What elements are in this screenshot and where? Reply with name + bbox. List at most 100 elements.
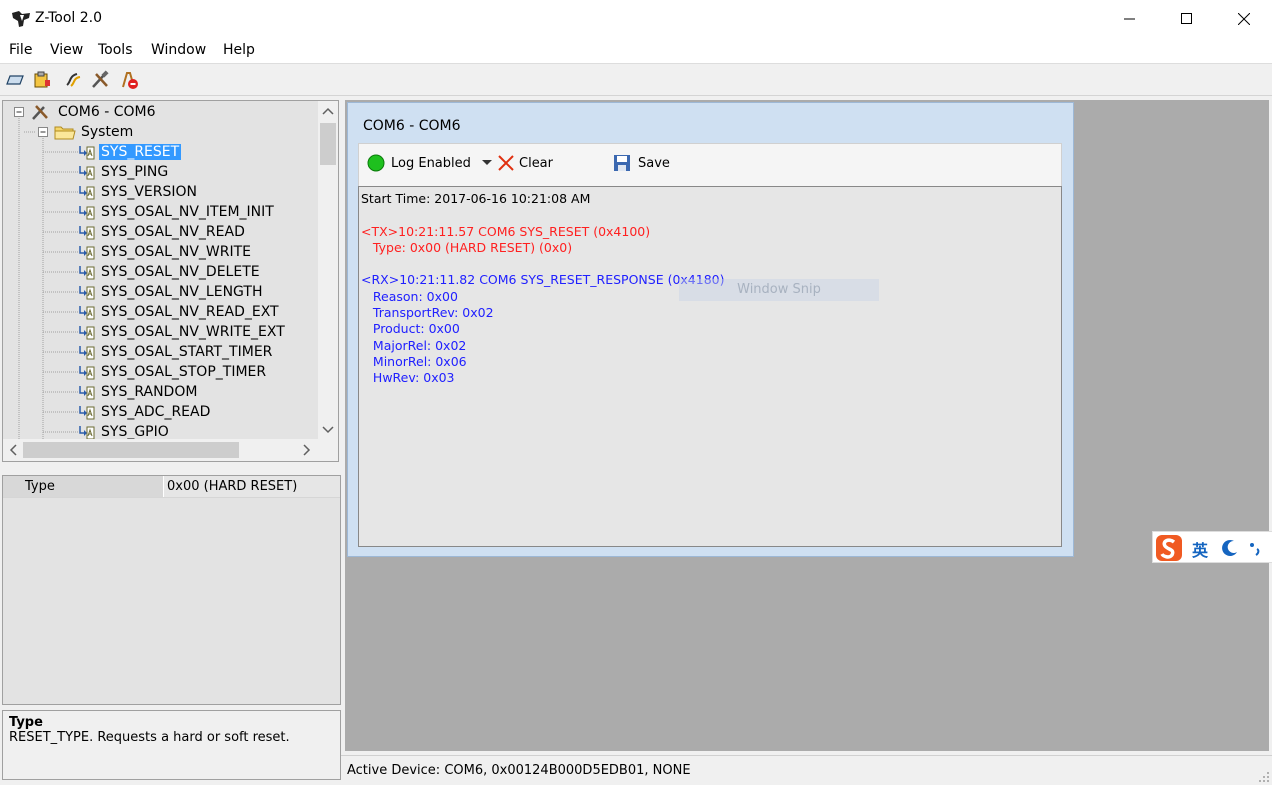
help-text: RESET_TYPE. Requests a hard or soft rese… xyxy=(9,730,290,745)
log-text-area[interactable]: Start Time: 2017-06-16 10:21:08 AM <TX>1… xyxy=(358,186,1062,547)
ime-toolbar[interactable]: 英 xyxy=(1152,531,1272,563)
log-window-title: COM6 - COM6 xyxy=(363,118,461,134)
scroll-up-icon[interactable] xyxy=(322,107,334,115)
tools-icon xyxy=(32,105,48,120)
properties-grid: Type 0x00 (HARD RESET) xyxy=(2,475,341,705)
tree-command-item[interactable]: SYS_OSAL_NV_READ xyxy=(79,222,247,242)
tree-command-label: SYS_RANDOM xyxy=(101,384,198,400)
log-enabled-label: Log Enabled xyxy=(391,155,471,171)
tree-command-label: SYS_OSAL_NV_WRITE_EXT xyxy=(101,324,285,340)
ime-lang-label: 英 xyxy=(1192,541,1209,560)
tree-vertical-thumb[interactable] xyxy=(320,123,336,165)
command-icon xyxy=(79,186,95,200)
tree-root-com6[interactable]: COM6 - COM6 xyxy=(30,102,158,122)
tree-horizontal-thumb[interactable] xyxy=(23,442,239,458)
log-rx-field: MajorRel: 0x02 xyxy=(361,337,467,353)
title-bar: Z-Tool 2.0 xyxy=(0,0,1272,38)
close-button[interactable] xyxy=(1215,0,1272,38)
scroll-left-icon[interactable] xyxy=(9,444,17,456)
tree-command-item[interactable]: SYS_PING xyxy=(79,162,170,182)
status-text: Active Device: COM6, 0x00124B000D5EDB01,… xyxy=(347,763,691,778)
tree-command-label: SYS_OSAL_NV_READ_EXT xyxy=(101,304,279,320)
status-bar: Active Device: COM6, 0x00124B000D5EDB01,… xyxy=(341,755,1272,785)
tree-horizontal-scrollbar[interactable] xyxy=(3,439,338,461)
tree-command-item[interactable]: SYS_OSAL_NV_DELETE xyxy=(79,262,262,282)
tree-command-label: SYS_VERSION xyxy=(101,184,197,200)
property-row[interactable]: Type 0x00 (HARD RESET) xyxy=(3,476,340,498)
stop-icon[interactable] xyxy=(119,70,139,90)
close-icon xyxy=(1237,13,1250,25)
tree-command-item[interactable]: SYS_OSAL_NV_LENGTH xyxy=(79,282,264,302)
log-window: COM6 - COM6 Log Enabled Clear Save Start… xyxy=(347,102,1074,557)
tools-icon[interactable] xyxy=(90,70,110,90)
command-icon xyxy=(79,346,95,360)
window-snip-overlay: Window Snip xyxy=(679,279,879,301)
menu-window[interactable]: Window xyxy=(151,42,206,58)
menu-tools[interactable]: Tools xyxy=(98,42,133,58)
folder-icon xyxy=(54,126,76,140)
save-icon xyxy=(614,155,630,171)
tree-command-item[interactable]: SYS_OSAL_NV_WRITE_EXT xyxy=(79,322,287,342)
scroll-down-icon[interactable] xyxy=(322,426,334,434)
menu-view[interactable]: View xyxy=(50,42,83,58)
tree-command-label: SYS_RESET xyxy=(99,144,182,160)
log-rx-field: Product: 0x00 xyxy=(361,321,460,337)
scroll-right-icon[interactable] xyxy=(303,444,311,456)
tree-command-label: SYS_OSAL_STOP_TIMER xyxy=(101,364,267,380)
save-button[interactable]: Save xyxy=(613,154,670,172)
command-icon xyxy=(79,166,95,180)
tree-command-item[interactable]: SYS_RANDOM xyxy=(79,382,199,402)
maximize-icon xyxy=(1180,13,1192,24)
tree-command-item[interactable]: SYS_OSAL_STOP_TIMER xyxy=(79,362,268,382)
tree-command-item[interactable]: SYS_OSAL_NV_WRITE xyxy=(79,242,253,262)
property-name: Type xyxy=(3,476,163,497)
green-status-icon xyxy=(367,154,385,172)
tree-command-item[interactable]: SYS_RESET xyxy=(79,142,182,162)
menu-file[interactable]: File xyxy=(9,42,32,58)
tree-command-item[interactable]: SYS_ADC_READ xyxy=(79,402,212,422)
log-tx-line: <TX>10:21:11.57 COM6 SYS_RESET (0x4100) xyxy=(361,223,651,239)
tree-command-label: SYS_OSAL_START_TIMER xyxy=(101,344,273,360)
clear-icon xyxy=(498,155,514,171)
command-icon xyxy=(79,146,95,160)
command-tree: COM6 - COM6 System SYS_RESET SYS_PING SYS_… xyxy=(2,100,339,462)
minimize-icon xyxy=(1123,18,1135,20)
tree-command-item[interactable]: SYS_OSAL_NV_ITEM_INIT xyxy=(79,202,276,222)
property-help: Type RESET_TYPE. Requests a hard or soft… xyxy=(2,710,341,780)
clear-label: Clear xyxy=(519,155,553,171)
log-start-time: Start Time: 2017-06-16 10:21:08 AM xyxy=(361,191,591,206)
menu-help[interactable]: Help xyxy=(223,42,255,58)
tree-command-item[interactable]: SYS_OSAL_START_TIMER xyxy=(79,342,274,362)
command-icon xyxy=(79,406,95,420)
tree-group-label: System xyxy=(81,124,134,140)
tree-command-label: SYS_ADC_READ xyxy=(101,404,211,420)
app-logo-icon xyxy=(12,11,30,27)
minimize-button[interactable] xyxy=(1101,0,1158,38)
tree-command-label: SYS_GPIO xyxy=(101,424,169,440)
script-icon[interactable] xyxy=(63,70,83,90)
tree-command-item[interactable]: SYS_OSAL_NV_READ_EXT xyxy=(79,302,281,322)
command-icon xyxy=(79,386,95,400)
clear-button[interactable]: Clear xyxy=(497,154,553,172)
command-icon xyxy=(79,266,95,280)
tree-root-label: COM6 - COM6 xyxy=(58,104,156,120)
main-toolbar xyxy=(0,64,1272,96)
tree-command-item[interactable]: SYS_VERSION xyxy=(79,182,199,202)
resize-grip-icon[interactable] xyxy=(1258,771,1270,783)
log-enabled-button[interactable]: Log Enabled xyxy=(367,154,493,172)
help-title: Type xyxy=(9,715,43,730)
moon-icon xyxy=(1222,539,1237,556)
property-value[interactable]: 0x00 (HARD RESET) xyxy=(164,476,340,497)
log-rx-field: TransportRev: 0x02 xyxy=(361,305,494,321)
command-icon xyxy=(79,246,95,260)
tree-vertical-scrollbar[interactable] xyxy=(318,101,338,439)
log-tx-type: Type: 0x00 (HARD RESET) (0x0) xyxy=(361,239,573,255)
sogou-logo-icon xyxy=(1156,535,1182,561)
chevron-down-icon[interactable] xyxy=(481,159,493,167)
tree-group-system[interactable]: System xyxy=(54,122,135,142)
maximize-button[interactable] xyxy=(1158,0,1215,38)
window-title: Z-Tool 2.0 xyxy=(35,10,103,26)
log-rx-field: HwRev: 0x03 xyxy=(361,370,455,386)
device-icon[interactable] xyxy=(32,70,52,90)
open-icon[interactable] xyxy=(5,70,25,90)
